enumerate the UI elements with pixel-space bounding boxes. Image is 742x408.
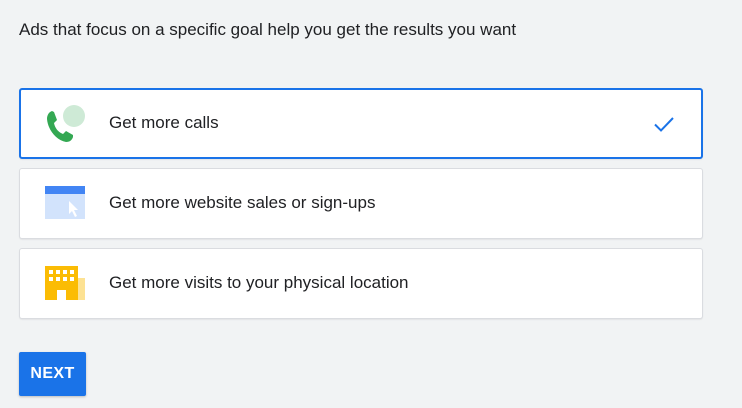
checkmark-icon [654,117,674,132]
goal-option-website[interactable]: Get more website sales or sign-ups [19,168,703,239]
goal-option-label: Get more visits to your physical locatio… [109,273,409,292]
goal-selection-page: Ads that focus on a specific goal help y… [0,0,742,408]
goal-options-list: Get more calls Get more website sales or… [19,88,703,328]
goal-option-label: Get more calls [109,113,219,132]
goal-option-label: Get more website sales or sign-ups [109,193,376,212]
phone-call-icon [47,105,85,142]
goal-option-calls[interactable]: Get more calls [19,88,703,159]
next-button[interactable]: NEXT [19,352,86,396]
building-icon [45,266,85,300]
intro-text: Ads that focus on a specific goal help y… [19,20,517,39]
website-cursor-icon [45,186,85,219]
goal-option-visits[interactable]: Get more visits to your physical locatio… [19,248,703,319]
